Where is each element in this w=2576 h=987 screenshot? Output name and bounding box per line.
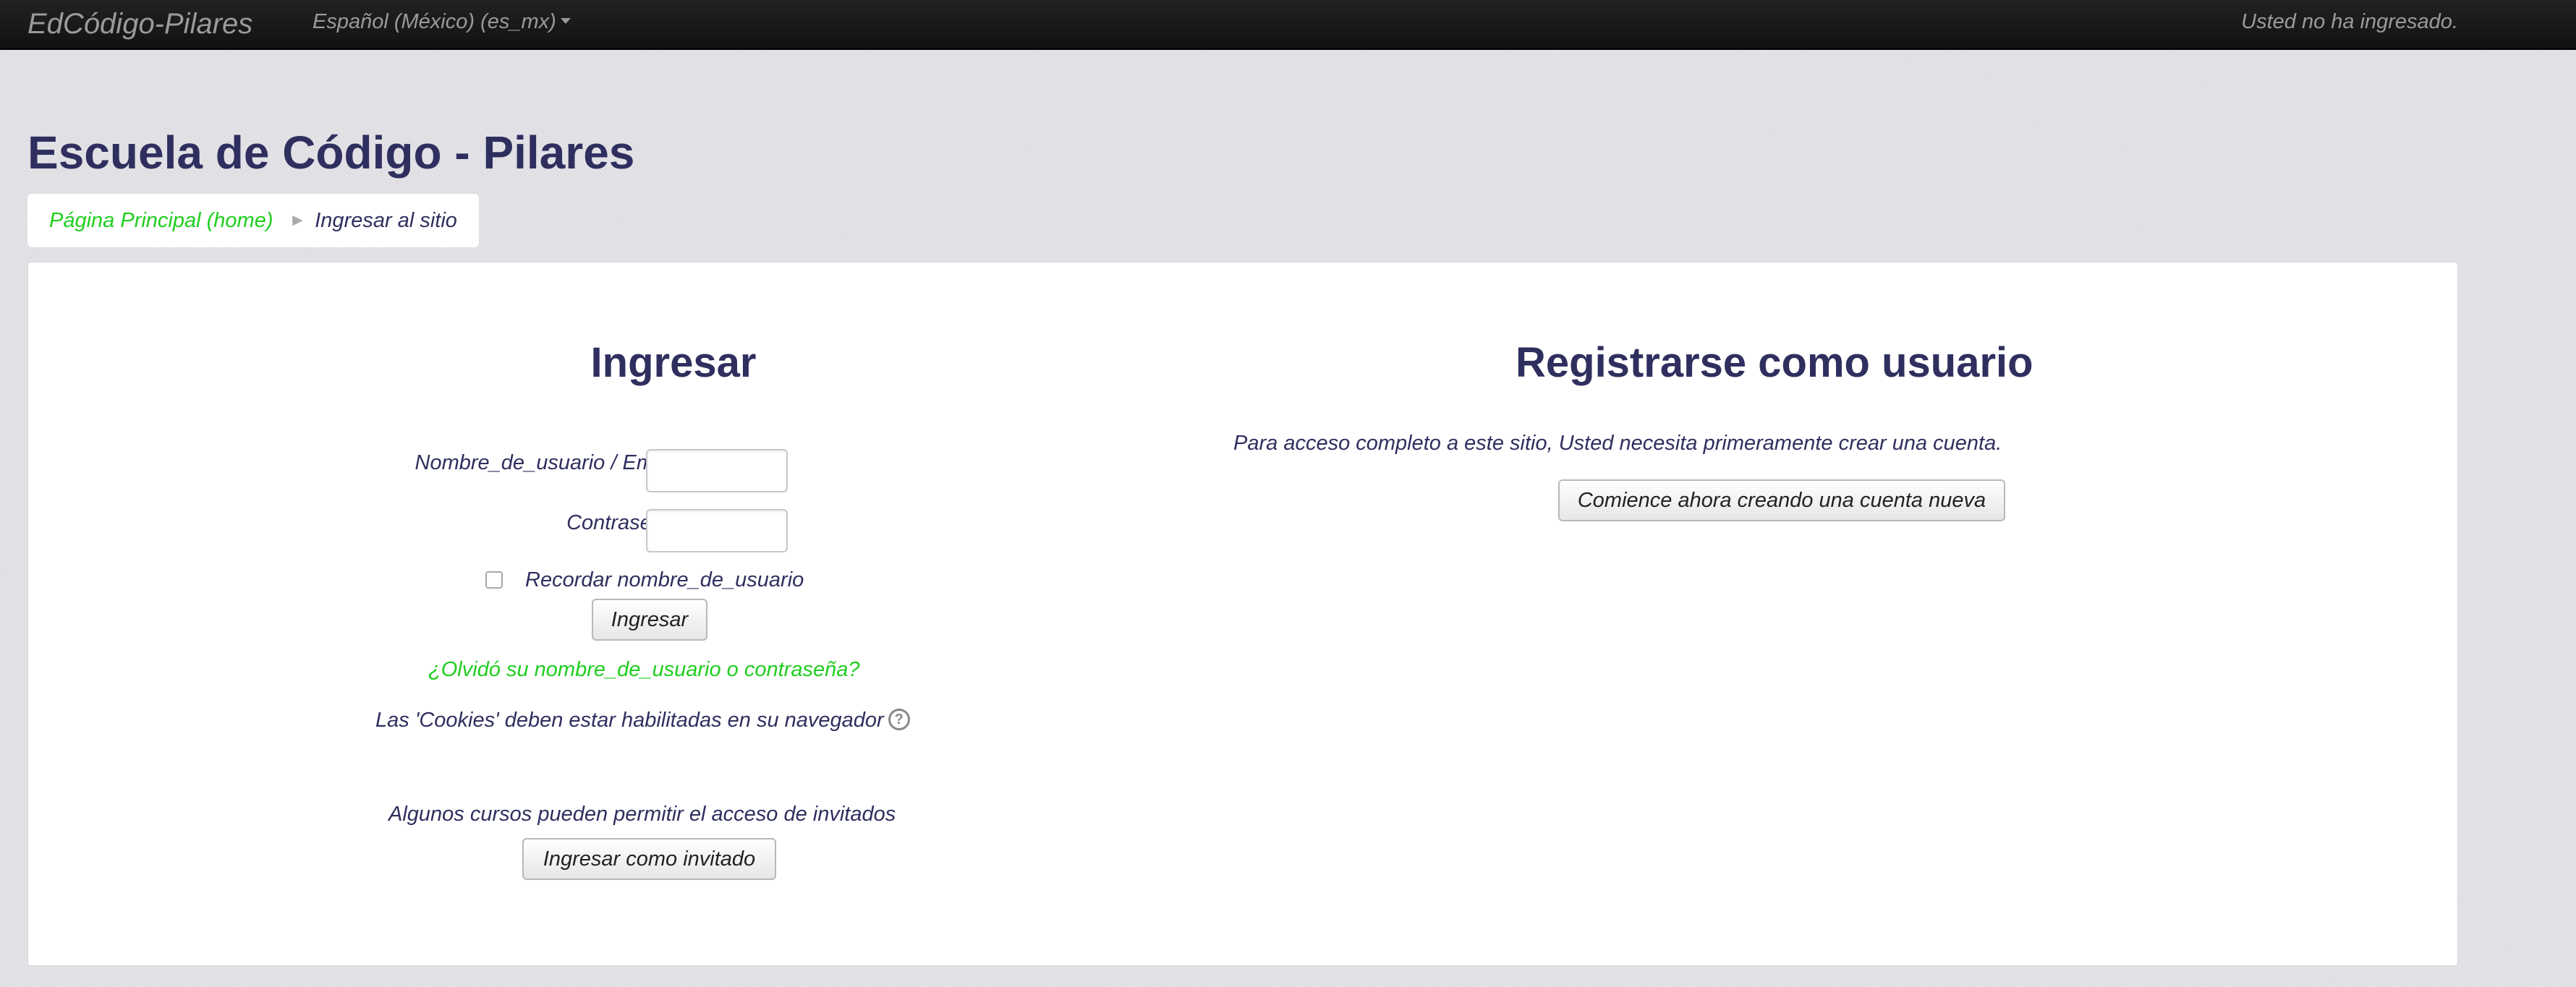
remember-username-checkbox[interactable] bbox=[485, 571, 503, 589]
login-heading: Ingresar bbox=[590, 339, 757, 386]
cookies-notice-text: Las 'Cookies' deben estar habilitadas en… bbox=[375, 709, 884, 732]
cookies-notice: Las 'Cookies' deben estar habilitadas en… bbox=[375, 708, 910, 732]
language-menu-label: Español (México) (es_mx) bbox=[313, 10, 556, 33]
signup-heading: Registrarse como usuario bbox=[1516, 339, 2033, 386]
username-label: Nombre_de_usuario / Email bbox=[415, 451, 675, 474]
username-input[interactable] bbox=[646, 449, 788, 492]
question-circle-icon[interactable]: ? bbox=[888, 709, 910, 731]
create-account-button[interactable]: Comience ahora creando una cuenta nueva bbox=[1558, 479, 2005, 521]
remember-username-label: Recordar nombre_de_usuario bbox=[525, 568, 804, 591]
forgot-password-link[interactable]: ¿Olvidó su nombre_de_usuario o contraseñ… bbox=[428, 657, 859, 682]
caret-down-icon bbox=[560, 18, 571, 25]
page-title: Escuela de Código - Pilares bbox=[27, 127, 635, 179]
top-navbar: EdCódigo-Pilares Español (México) (es_mx… bbox=[0, 0, 2576, 50]
main-panel: Ingresar Nombre_de_usuario / Email Contr… bbox=[27, 262, 2458, 966]
breadcrumb-separator-icon: ► bbox=[289, 210, 307, 230]
signup-notice: Para acceso completo a este sitio, Usted… bbox=[1233, 432, 2002, 455]
login-status: Usted no ha ingresado. bbox=[2241, 10, 2458, 33]
language-menu[interactable]: Español (México) (es_mx) bbox=[313, 9, 571, 34]
guest-login-button[interactable]: Ingresar como invitado bbox=[522, 838, 776, 880]
guest-notice: Algunos cursos pueden permitir el acceso… bbox=[388, 803, 896, 826]
breadcrumb-home-link[interactable]: Página Principal (home) bbox=[49, 209, 273, 233]
password-input[interactable] bbox=[646, 509, 788, 552]
breadcrumb: Página Principal (home) ► Ingresar al si… bbox=[27, 194, 479, 247]
login-button[interactable]: Ingresar bbox=[592, 599, 707, 641]
site-brand-link[interactable]: EdCódigo-Pilares bbox=[27, 6, 252, 42]
breadcrumb-current: Ingresar al sitio bbox=[315, 208, 457, 232]
